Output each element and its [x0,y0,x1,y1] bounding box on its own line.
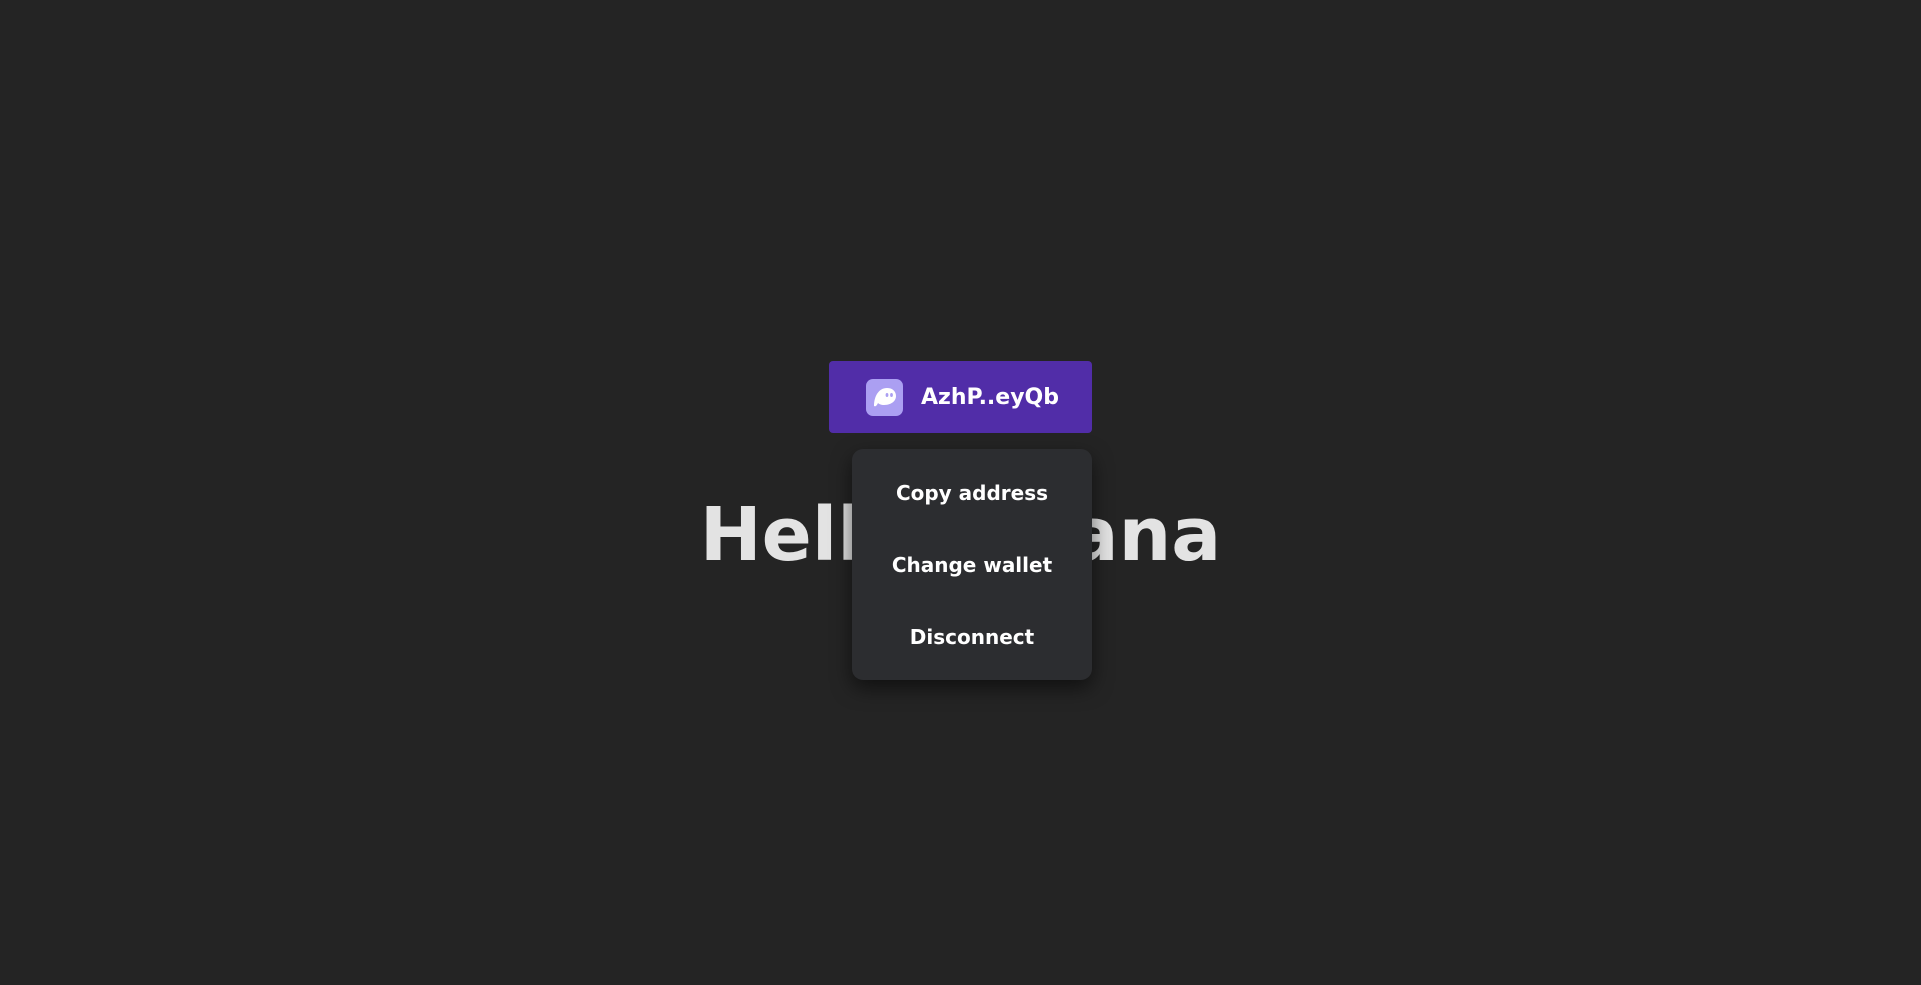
page: Hello Solana AzhP..eyQb Copy address Cha… [0,0,1921,985]
copy-address-menu-item[interactable]: Copy address [852,459,1092,526]
wallet-button[interactable]: AzhP..eyQb [829,361,1092,433]
wallet-address: AzhP..eyQb [921,384,1060,410]
wallet-dropdown-menu: Copy address Change wallet Disconnect [852,449,1092,680]
change-wallet-menu-item[interactable]: Change wallet [852,531,1092,598]
disconnect-menu-item[interactable]: Disconnect [852,603,1092,670]
phantom-ghost-icon [866,378,903,416]
